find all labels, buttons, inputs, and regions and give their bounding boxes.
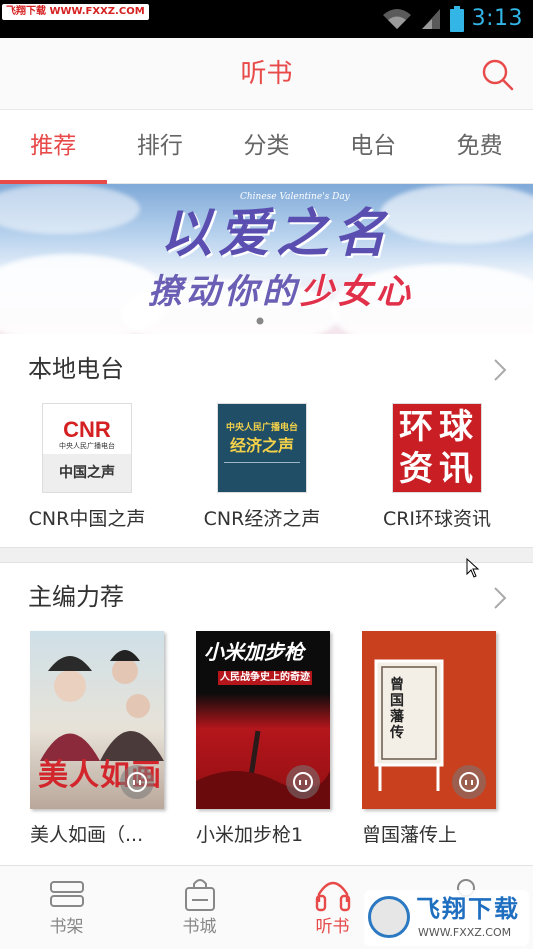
- category-tabs: 推荐 排行 分类 电台 免费: [0, 111, 533, 184]
- promo-banner[interactable]: Chinese Valentine's Day 以爱之名 撩动你的少女心: [0, 184, 533, 334]
- status-icons: 3:13: [382, 4, 523, 34]
- cri-logo-char: 环: [399, 407, 433, 447]
- banner-cloud: [0, 184, 140, 234]
- radio-item-label: CNR中国之声: [28, 508, 146, 530]
- cri-logo-char: 资: [399, 449, 433, 489]
- nav-bookstore[interactable]: 书城: [133, 866, 266, 949]
- radio-item-label: CNR经济之声: [203, 508, 321, 530]
- nav-bookshelf[interactable]: 书架: [0, 866, 133, 949]
- nav-label: 书架: [49, 917, 84, 937]
- book-item-xiaomi-buqiang[interactable]: 小米加步枪 人民战争史上的奇迹 小米加步枪1: [196, 631, 346, 847]
- site-watermark: 飞翔下载 WWW.FXXZ.COM: [364, 890, 529, 946]
- radio-item-cri-news[interactable]: 环 球 资 讯 CRI环球资讯: [352, 403, 522, 531]
- cover-illustration: [40, 650, 164, 761]
- radio-item-cnr-economy[interactable]: 中央人民广播电台 经济之声 CNR经济之声: [177, 403, 347, 531]
- cri-logo: 环 球 资 讯: [392, 403, 482, 493]
- section-title-editor-picks: 主编力荐: [28, 583, 124, 611]
- section-title-local-radio: 本地电台: [28, 355, 124, 383]
- book-item-meiren-ruhua[interactable]: 美人如画 美人如画（...: [30, 631, 180, 847]
- banner-cloud: [380, 184, 533, 244]
- watermark-text: 飞翔下载: [416, 895, 520, 923]
- economy-logo-main: 经济之声: [229, 436, 294, 455]
- section-divider: [0, 547, 533, 563]
- watermark-url: WWW.FXXZ.COM: [418, 926, 512, 939]
- book-item-zeng-guofan[interactable]: 曾国藩传 曾国藩传上: [362, 631, 512, 847]
- banner-page-indicator: [256, 317, 264, 325]
- banner-subline-a: 撩动你的: [148, 272, 300, 312]
- book-title: 小米加步枪1: [196, 824, 304, 846]
- cri-logo-char: 球: [439, 407, 473, 447]
- book-cover: 曾国藩传: [362, 631, 496, 809]
- book-cover: 小米加步枪 人民战争史上的奇迹: [196, 631, 330, 809]
- chevron-right-icon[interactable]: [491, 357, 509, 383]
- wifi-icon: [382, 9, 411, 29]
- tab-category[interactable]: 分类: [213, 111, 320, 183]
- watermark-tag: 飞翔下载 WWW.FXXZ.COM: [2, 4, 149, 20]
- banner-headline: 以爱之名: [160, 203, 393, 264]
- economy-radio-logo: 中央人民广播电台 经济之声: [217, 403, 307, 493]
- bookshelf-icon: [49, 881, 84, 907]
- cnr-logo-band: 中国之声: [43, 454, 131, 492]
- book-title: 曾国藩传上: [362, 824, 458, 846]
- banner-subline-b: 少女心: [300, 272, 414, 312]
- economy-logo-top: 中央人民广播电台: [225, 423, 298, 433]
- watermark-logo-icon: [368, 896, 410, 938]
- tab-free[interactable]: 免费: [426, 111, 533, 183]
- cnr-logo-mark: CNR: [63, 417, 111, 442]
- status-bar: 飞翔下载 WWW.FXXZ.COM 3:13: [0, 0, 533, 38]
- cover-title: 曾国藩传: [390, 677, 404, 741]
- editor-picks-section: 主编力荐 美人如画 美人如画（... 小米加步枪 人民战争史上的奇迹 小米加步枪…: [0, 563, 533, 865]
- headphones-icon: [315, 881, 350, 912]
- radio-item-label: CRI环球资讯: [382, 508, 492, 530]
- nav-label: 书城: [182, 917, 217, 937]
- cnr-logo: CNR 中央人民广播电台 中国之声: [42, 403, 132, 493]
- banner-english-text: Chinese Valentine's Day: [240, 192, 350, 202]
- title-bar: 听书: [0, 38, 533, 110]
- tab-radio[interactable]: 电台: [320, 111, 427, 183]
- search-icon[interactable]: [481, 58, 515, 92]
- bottom-navigation: 书架 书城 听书 飞翔下载 WWW.FXXZ.COM: [0, 865, 533, 949]
- cnr-logo-subtitle: 中央人民广播电台: [59, 442, 115, 450]
- cri-logo-char: 讯: [439, 449, 473, 489]
- local-radio-section: 本地电台 CNR 中央人民广播电台 中国之声 CNR中国之声 中央人民广播电台 …: [0, 335, 533, 547]
- chevron-right-icon[interactable]: [491, 585, 509, 611]
- book-title: 美人如画（...: [30, 824, 144, 846]
- battery-icon: [449, 6, 464, 32]
- tab-ranking[interactable]: 排行: [107, 111, 214, 183]
- bag-icon: [184, 879, 215, 911]
- play-icon[interactable]: [452, 765, 486, 799]
- page-title: 听书: [240, 59, 293, 89]
- play-icon[interactable]: [286, 765, 320, 799]
- economy-logo-rule: [224, 462, 300, 463]
- banner-subline: 撩动你的少女心: [148, 270, 414, 314]
- book-cover: 美人如画: [30, 631, 164, 809]
- radio-item-cnr-voice[interactable]: CNR 中央人民广播电台 中国之声 CNR中国之声: [2, 403, 172, 531]
- signal-icon: [421, 9, 440, 29]
- tab-recommend[interactable]: 推荐: [0, 111, 107, 184]
- play-icon[interactable]: [120, 765, 154, 799]
- mouse-cursor-icon: [466, 558, 480, 578]
- clock: 3:13: [471, 6, 523, 31]
